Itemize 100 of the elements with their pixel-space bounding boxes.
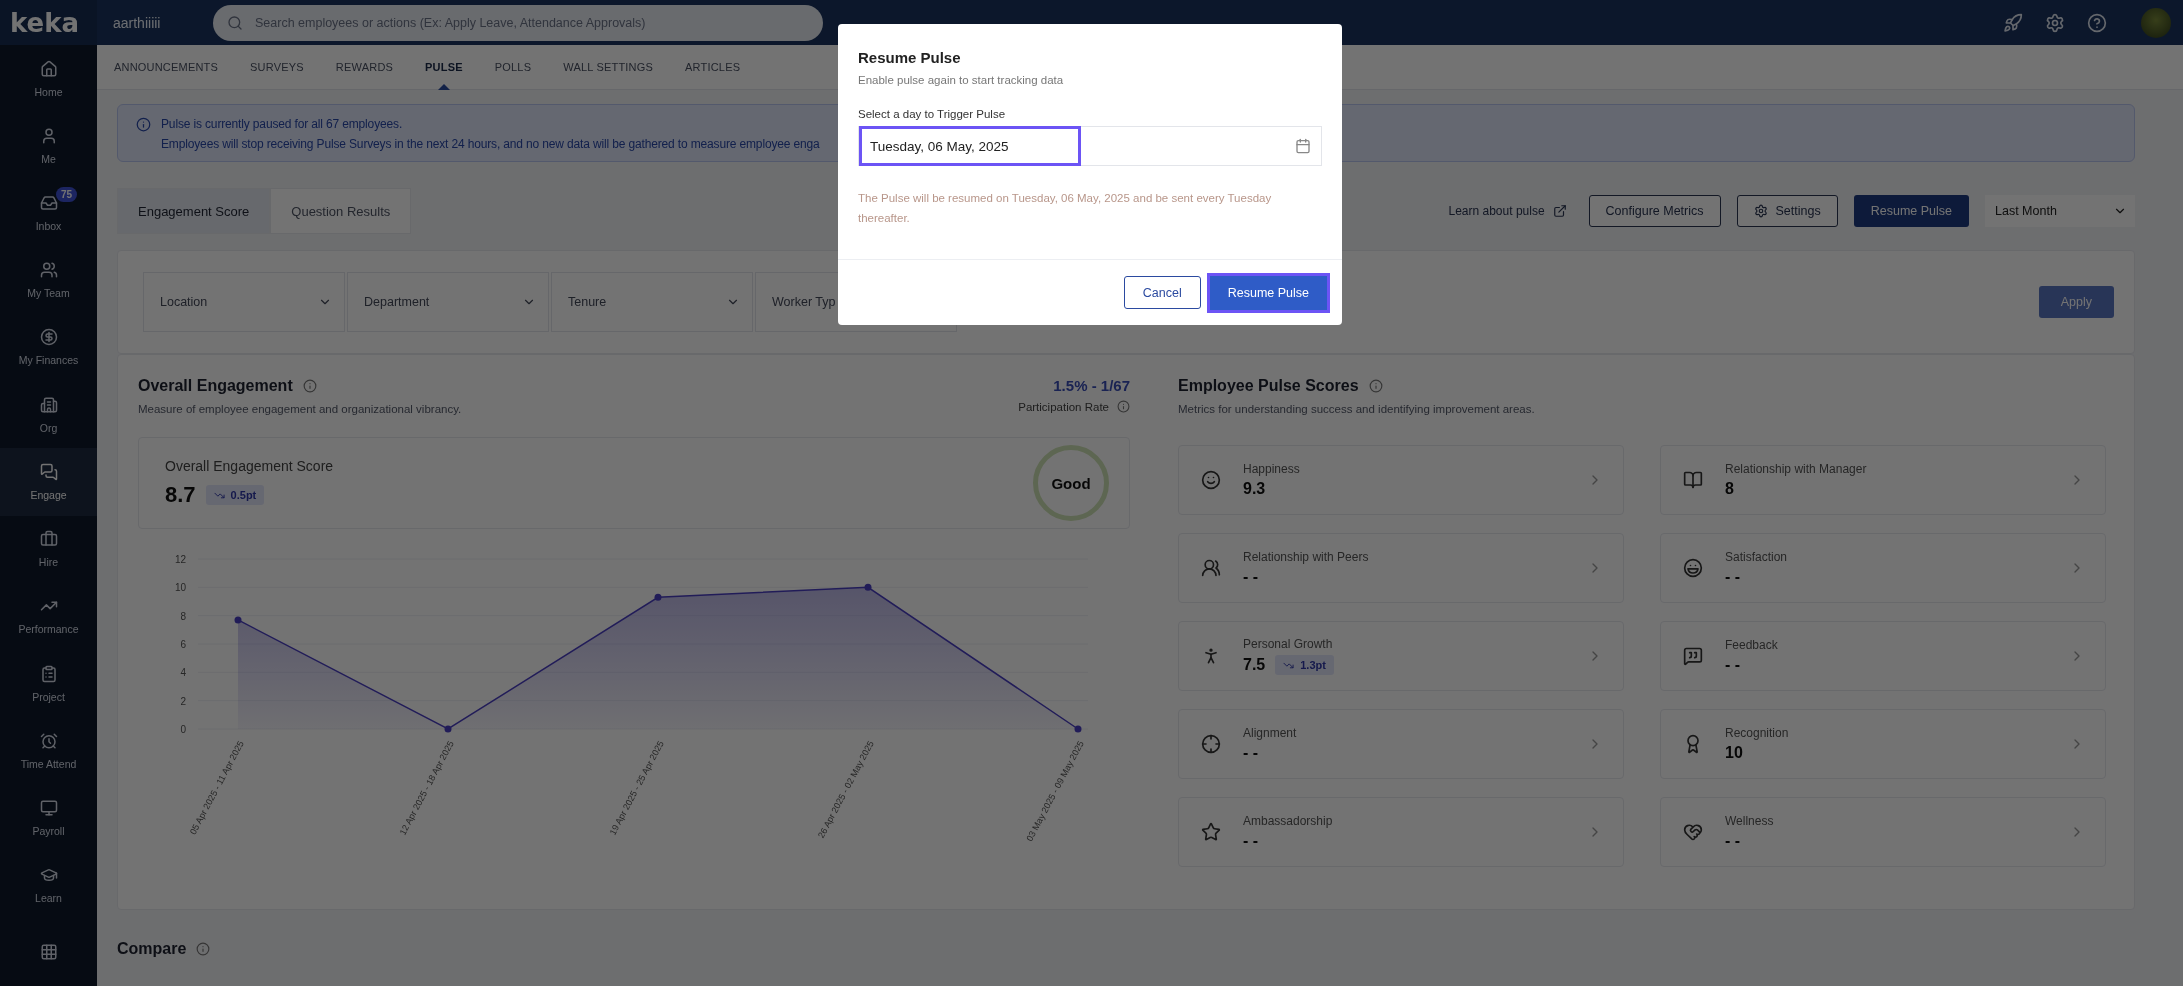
axis-label: 2 [180, 695, 186, 707]
star-icon [1201, 822, 1221, 842]
building-icon [39, 395, 58, 414]
learn-link[interactable]: Learn about pulse [1448, 204, 1567, 218]
metric-name: Relationship with Manager [1725, 462, 1868, 476]
date-field[interactable]: Tuesday, 06 May, 2025 [858, 126, 1322, 166]
score-label: Overall Engagement Score [165, 458, 334, 474]
sidebar-item[interactable]: Inbox 75 [0, 179, 97, 247]
resume-note: The Pulse will be resumed on Tuesday, 06 May, 2025 and be sent every Tuesday thereafter. [858, 191, 1273, 226]
participation-label: Participation Rate [1018, 400, 1109, 413]
settings-icon[interactable] [2045, 12, 2065, 33]
metric-value: 8 [1725, 480, 1734, 498]
sidebar-item[interactable]: Performance [0, 582, 97, 650]
info-icon[interactable] [302, 379, 317, 393]
cancel-button[interactable]: Cancel [1123, 276, 1201, 309]
metric-card[interactable]: Recognition 10 [1660, 709, 2106, 779]
search-input[interactable]: Search employees or actions (Ex: Apply Leave, Attendance Approvals) [253, 14, 809, 31]
briefcase-icon [39, 530, 58, 549]
data-point [444, 725, 452, 733]
metric-card[interactable]: Satisfaction - - [1660, 533, 2106, 603]
nav-tab[interactable]: POLLS [494, 44, 532, 90]
sidebar-item[interactable]: Payroll [0, 784, 97, 852]
metric-card[interactable]: Relationship with Manager 8 [1660, 445, 2106, 515]
nav-tab[interactable]: WALL SETTINGS [563, 44, 654, 90]
team-icon [39, 261, 58, 280]
banner-title: Pulse is currently paused for all 67 employees. [161, 117, 404, 131]
section-title: Employee Pulse Scores [1178, 377, 1359, 395]
data-point [864, 583, 872, 591]
dialog-title: Resume Pulse [858, 49, 962, 66]
metric-value: - - [1725, 656, 1741, 674]
sidebar-item[interactable]: Home [0, 45, 97, 113]
alarm-icon [39, 731, 58, 750]
metric-card[interactable]: Wellness - - [1660, 797, 2106, 867]
org-name: aarthiiiii [112, 14, 162, 31]
nav-tab[interactable]: ANNOUNCEMENTS [114, 44, 219, 90]
apps-icon[interactable] [39, 943, 58, 962]
metric-value: - - [1243, 744, 1259, 762]
metric-value: 10 [1725, 744, 1743, 762]
filter-dropdown[interactable]: Tenure [551, 272, 753, 332]
filter-dropdown[interactable]: Location [143, 272, 345, 332]
apply-button[interactable]: Apply [2038, 286, 2114, 318]
section-subtitle: Measure of employee engagement and organizational vibrancy. [138, 403, 462, 415]
metric-card[interactable]: Feedback - - [1660, 621, 2106, 691]
sidebar-item[interactable]: Engage [0, 448, 97, 516]
settings-button[interactable]: Settings [1736, 195, 1838, 227]
dialog-subtitle: Enable pulse again to start tracking data [858, 74, 1065, 86]
search-bar[interactable]: Search employees or actions (Ex: Apply Leave, Attendance Approvals) [213, 4, 823, 41]
settings-icon [1753, 204, 1768, 218]
info-icon[interactable] [196, 942, 211, 956]
change-chip: 1.3pt [1275, 655, 1334, 675]
book-icon [1683, 470, 1703, 490]
sidebar-item[interactable]: My Finances [0, 313, 97, 382]
metric-card[interactable]: Personal Growth 7.5 1.3pt [1178, 621, 1624, 691]
metric-card[interactable]: Alignment - - [1178, 709, 1624, 779]
speech-bubble-icon [1683, 646, 1703, 666]
resume-button[interactable]: Resume Pulse [1206, 272, 1330, 313]
score-value: 8.7 [165, 482, 196, 508]
people-icon [1201, 558, 1221, 578]
info-icon [136, 117, 151, 132]
smile-icon [1201, 470, 1221, 490]
section-title: Overall Engagement [138, 377, 293, 395]
configure-button[interactable]: Configure Metrics [1588, 195, 1721, 227]
metric-card[interactable]: Ambassadorship - - [1178, 797, 1624, 867]
nav-tab[interactable]: ARTICLES [685, 44, 741, 90]
search-icon [227, 14, 243, 31]
sidebar-item[interactable]: Learn [0, 851, 97, 919]
axis-label: 8 [180, 610, 186, 622]
data-point [1074, 725, 1082, 733]
info-icon[interactable] [1368, 379, 1383, 393]
rocket-icon[interactable] [2003, 12, 2023, 33]
metric-card[interactable]: Happiness 9.3 [1178, 445, 1624, 515]
nav-tab[interactable]: REWARDS [335, 44, 394, 90]
view-tab[interactable]: Engagement Score [117, 188, 271, 234]
data-point [654, 593, 662, 601]
metric-value: 9.3 [1243, 480, 1266, 498]
change-chip: 0.5pt [205, 485, 265, 505]
view-tab[interactable]: Question Results [270, 188, 412, 234]
monitor-icon [39, 799, 58, 817]
participation-value: 1.5% - 1/67 [1053, 377, 1130, 394]
metric-value: - - [1243, 832, 1259, 850]
info-icon[interactable] [1117, 400, 1130, 413]
inbox-icon [39, 194, 58, 213]
metric-card[interactable]: Relationship with Peers - - [1178, 533, 1624, 603]
calendar-icon[interactable] [1295, 138, 1311, 154]
axis-label: 6 [180, 639, 186, 650]
nav-tab[interactable]: PULSE [425, 44, 463, 90]
sidebar-item[interactable]: Time Attend [0, 717, 97, 785]
sidebar-item[interactable]: My Team [0, 246, 97, 314]
clipboard-icon [39, 664, 58, 683]
help-icon[interactable] [2087, 12, 2107, 33]
sidebar-item[interactable]: Me [0, 112, 97, 180]
filter-dropdown[interactable]: Department [347, 272, 549, 332]
sidebar-item[interactable]: Project [0, 649, 97, 718]
dollar-icon [39, 328, 58, 347]
home-icon [39, 59, 58, 78]
period-dropdown[interactable]: Last Month [1985, 195, 2135, 227]
axis-label: 4 [180, 667, 186, 679]
resume-button[interactable]: Resume Pulse [1853, 195, 1969, 227]
nav-tab[interactable]: SURVEYS [250, 44, 304, 90]
metric-value: - - [1725, 832, 1741, 850]
